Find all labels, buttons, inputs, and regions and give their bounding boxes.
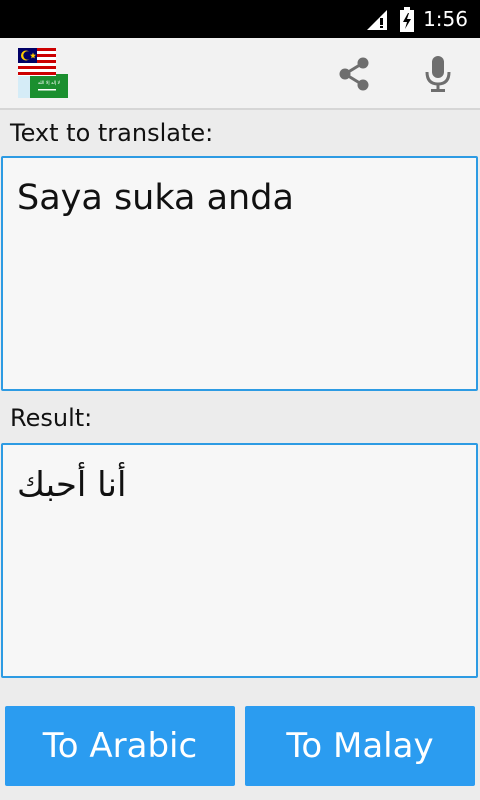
- result-text: أنا أحبك: [17, 465, 127, 505]
- action-bar: لا إله إلا الله: [0, 38, 480, 110]
- input-label: Text to translate:: [10, 119, 214, 147]
- microphone-button[interactable]: [414, 50, 462, 98]
- svg-text:لا إله إلا الله: لا إله إلا الله: [38, 81, 61, 86]
- battery-charging-icon: [400, 7, 414, 32]
- to-arabic-button[interactable]: To Arabic: [5, 706, 235, 786]
- result-label: Result:: [10, 404, 93, 432]
- to-malay-button[interactable]: To Malay: [245, 706, 475, 786]
- input-text: Saya suka anda: [17, 178, 294, 218]
- result-textarea[interactable]: أنا أحبك: [1, 443, 478, 678]
- status-bar: 1:56: [0, 0, 480, 38]
- microphone-icon: [425, 56, 451, 92]
- share-icon: [339, 57, 369, 91]
- share-button[interactable]: [330, 50, 378, 98]
- status-time: 1:56: [423, 7, 468, 31]
- signal-icon: [367, 10, 387, 30]
- input-textarea[interactable]: Saya suka anda: [1, 156, 478, 391]
- malay-saudi-flags-icon[interactable]: لا إله إلا الله: [18, 48, 68, 98]
